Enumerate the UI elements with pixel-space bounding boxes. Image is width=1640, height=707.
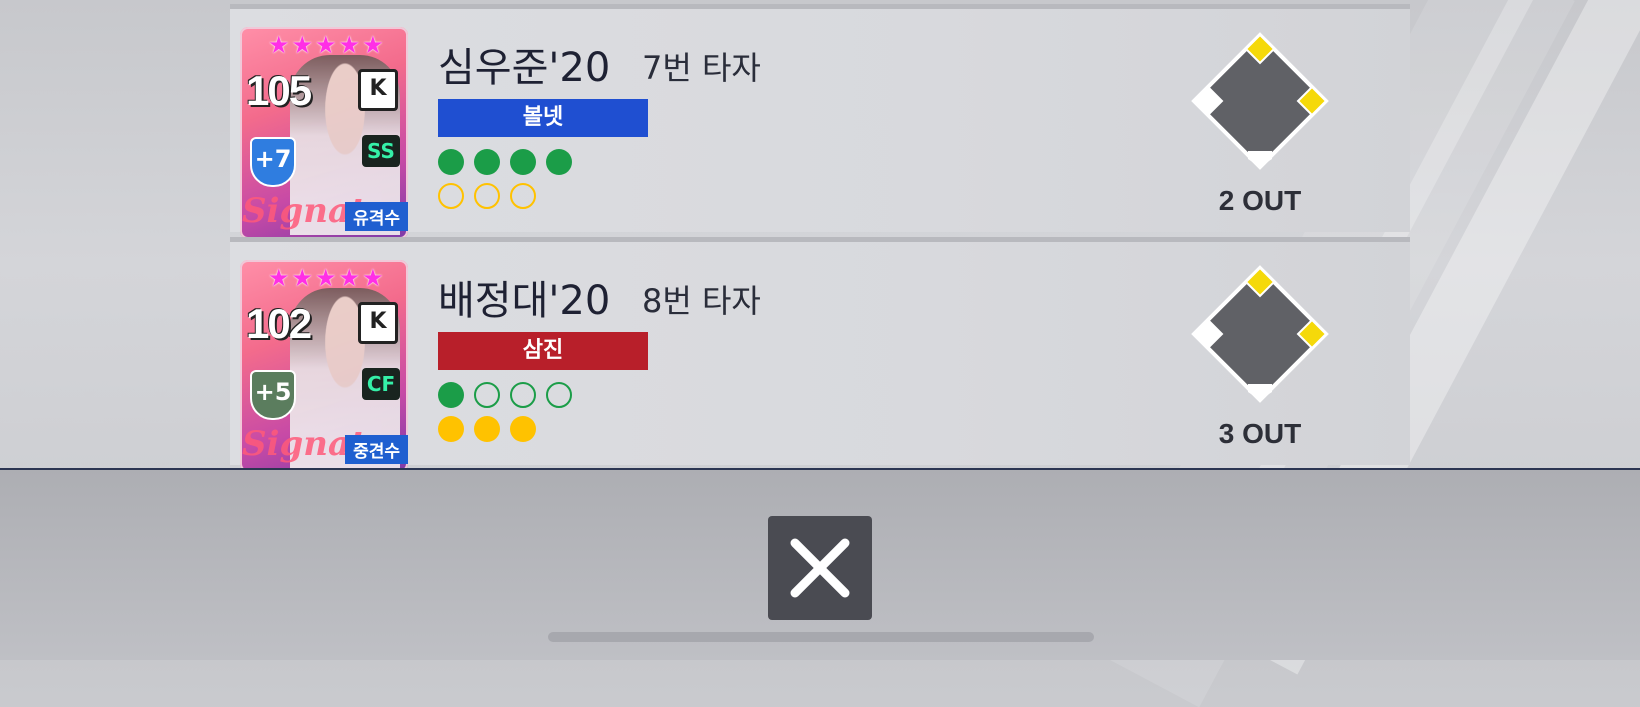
strike-dot-on: [474, 416, 500, 442]
out-count: 3 OUT: [1218, 418, 1302, 449]
ball-dot-off: [474, 382, 500, 408]
strike-dot-off: [510, 183, 536, 209]
strike-count: [438, 183, 536, 209]
player-name: 배정대'20: [438, 278, 611, 324]
ball-count: [438, 382, 572, 408]
player-card: Signature ★★★★★ 102 K +5 CF 중견수: [240, 260, 408, 468]
position-name: 유격수: [345, 202, 408, 231]
ball-dot-on: [438, 149, 464, 175]
star-rating-icon: ★★★★★: [268, 264, 386, 292]
batting-order: 7번 타자: [642, 49, 761, 87]
list-item: Signature ★★★★★ 105 K +7 SS 유격수 심우준'20 7…: [230, 4, 1410, 239]
at-bat-result: 볼넷: [438, 99, 648, 137]
base-diamond-icon: [1191, 32, 1329, 170]
list-item: Signature ★★★★★ 102 K +5 CF 중견수 배정대'20 8…: [230, 237, 1410, 468]
strike-dot-on: [510, 416, 536, 442]
home-plate-icon: [1248, 384, 1272, 400]
ball-count: [438, 149, 572, 175]
ball-dot-off: [510, 382, 536, 408]
team-logo-icon: K: [358, 69, 398, 111]
star-rating-icon: ★★★★★: [268, 31, 386, 59]
player-card: Signature ★★★★★ 105 K +7 SS 유격수: [240, 27, 408, 239]
batting-order: 8번 타자: [642, 282, 761, 320]
team-logo-icon: K: [358, 302, 398, 344]
at-bat-result-list[interactable]: Signature ★★★★★ 105 K +7 SS 유격수 심우준'20 7…: [230, 0, 1410, 468]
home-indicator[interactable]: [548, 632, 1094, 642]
strike-dot-on: [438, 416, 464, 442]
ball-dot-on: [474, 149, 500, 175]
overall-rating: 105: [246, 67, 312, 114]
strike-dot-off: [438, 183, 464, 209]
ball-dot-on: [438, 382, 464, 408]
out-count: 2 OUT: [1218, 185, 1302, 216]
overall-rating: 102: [246, 300, 312, 347]
position-name: 중견수: [345, 435, 408, 464]
close-button[interactable]: [768, 516, 872, 620]
ball-dot-off: [546, 382, 572, 408]
close-x-icon: [790, 538, 850, 598]
strike-count: [438, 416, 536, 442]
home-plate-icon: [1248, 151, 1272, 167]
position-badge: SS: [362, 135, 400, 167]
position-badge: CF: [362, 368, 400, 400]
at-bat-result: 삼진: [438, 332, 648, 370]
player-name: 심우준'20: [438, 45, 611, 91]
enhancement-badge: +5: [250, 370, 296, 420]
enhancement-badge: +7: [250, 137, 296, 187]
ball-dot-on: [510, 149, 536, 175]
ball-dot-on: [546, 149, 572, 175]
base-diamond-icon: [1191, 265, 1329, 403]
strike-dot-off: [474, 183, 500, 209]
